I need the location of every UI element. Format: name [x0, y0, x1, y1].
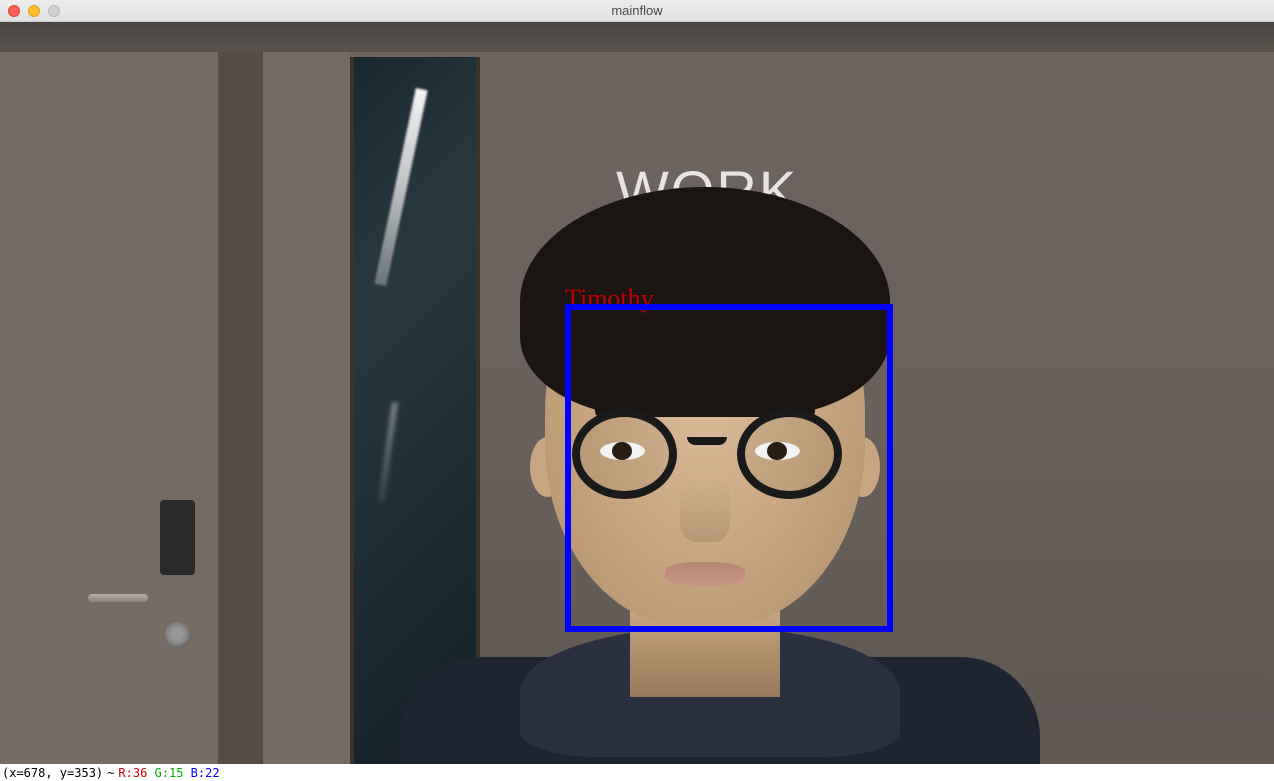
- scene-door-lock: [160, 500, 195, 575]
- scene-door-knob: [165, 622, 189, 646]
- status-separator: ~: [107, 766, 114, 780]
- maximize-button[interactable]: [48, 5, 60, 17]
- minimize-button[interactable]: [28, 5, 40, 17]
- window-titlebar: mainflow: [0, 0, 1274, 22]
- scene-door: [0, 52, 350, 764]
- scene-ceiling: [0, 22, 1274, 52]
- traffic-lights: [0, 5, 60, 17]
- face-detection-box: [565, 304, 893, 632]
- status-coordinates: (x=678, y=353): [2, 766, 103, 780]
- status-bar: (x=678, y=353) ~ R:36 G:15 B:22: [0, 764, 1274, 781]
- status-blue-value: B:22: [191, 766, 220, 780]
- scene-door-handle: [88, 582, 158, 620]
- scene-door-frame: [218, 52, 263, 764]
- window-title: mainflow: [611, 3, 662, 18]
- status-red-value: R:36: [118, 766, 147, 780]
- camera-feed: WORK HARD: [0, 22, 1274, 764]
- image-viewport[interactable]: WORK HARD: [0, 22, 1274, 764]
- status-green-value: G:15: [155, 766, 184, 780]
- close-button[interactable]: [8, 5, 20, 17]
